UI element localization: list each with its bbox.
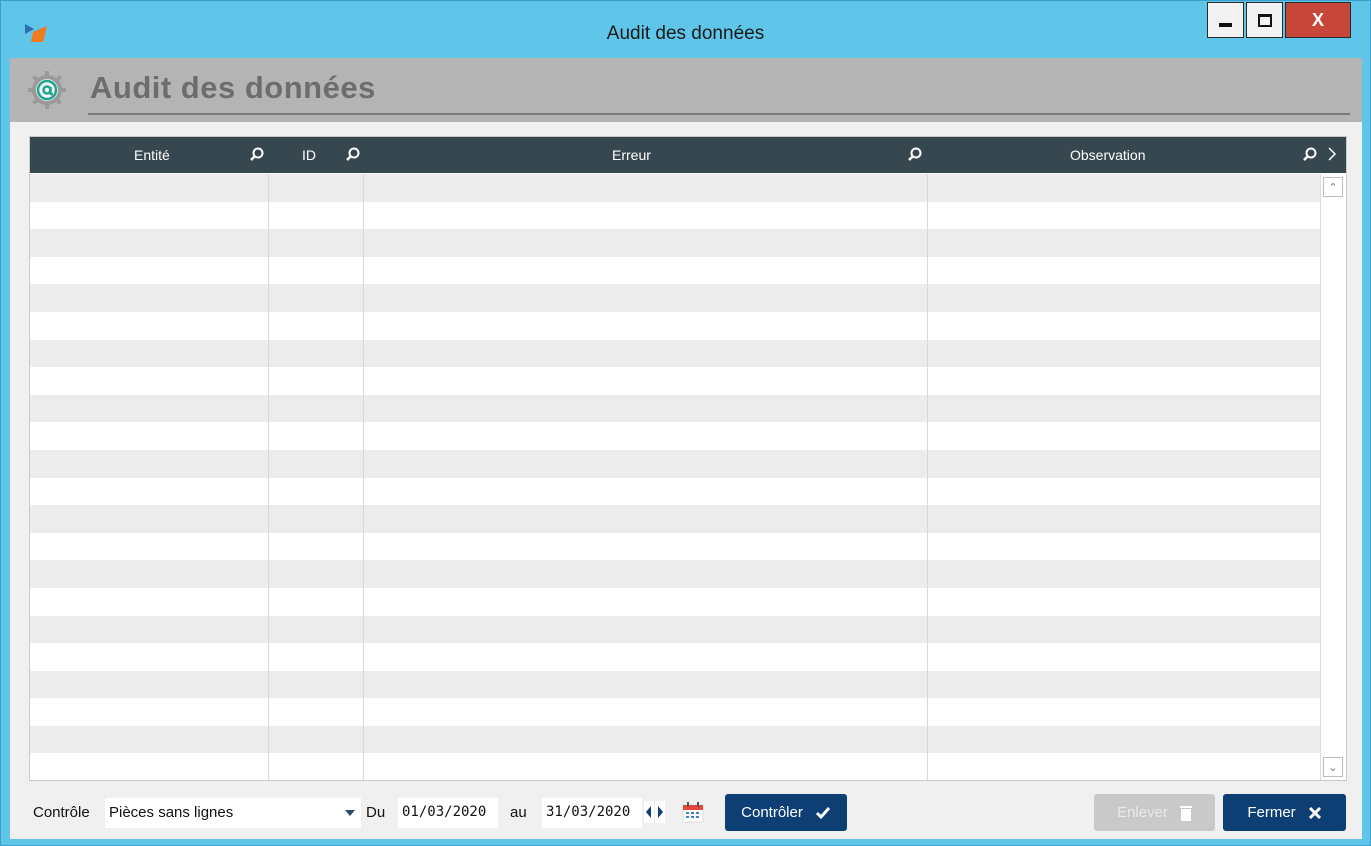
date-to-input[interactable]: 31/03/2020 [542,798,642,828]
date-spinner [644,801,665,823]
dropdown-arrow-icon[interactable] [345,810,355,816]
controle-select[interactable]: Pièces sans lignes [105,798,361,828]
controler-button-label: Contrôler [741,804,803,821]
table-row[interactable] [30,394,1320,423]
table-row[interactable] [30,753,1320,780]
title-underline [88,113,1350,115]
controler-button[interactable]: Contrôler [725,794,847,831]
table-row[interactable] [30,532,1320,561]
enlever-button[interactable]: Enlever [1094,794,1215,831]
next-date-button[interactable] [655,801,665,823]
title-bar[interactable]: Audit des données X [1,1,1370,57]
column-divider [268,174,269,780]
trash-icon [1179,805,1192,821]
window-title: Audit des données [606,23,765,44]
table-row[interactable] [30,477,1320,506]
table-row[interactable] [30,725,1320,754]
table-row[interactable] [30,505,1320,533]
table-row[interactable] [30,643,1320,671]
chevron-right-icon[interactable] [1324,146,1340,162]
search-icon[interactable] [345,146,361,162]
maximize-icon [1257,13,1272,27]
checkmark-icon [815,806,830,819]
controle-select-value: Pièces sans lignes [109,804,234,821]
table-row[interactable] [30,339,1320,368]
close-icon: X [1311,9,1324,30]
vertical-scrollbar[interactable]: ⌃ ⌄ [1320,174,1346,780]
footer-toolbar: Contrôle Pièces sans lignes Du 01/03/202… [10,790,1362,834]
du-label: Du [366,804,386,821]
search-icon[interactable] [249,146,265,162]
previous-date-button[interactable] [644,801,654,823]
column-header-id[interactable]: ID [302,147,316,163]
chevron-up-icon: ⌃ [1328,181,1338,194]
app-window: Audit des données X Audit des données En… [0,0,1371,846]
chevron-down-icon: ⌄ [1328,761,1338,774]
arrow-right-icon [658,806,663,818]
maximize-button[interactable] [1246,2,1283,38]
controle-label: Contrôle [33,804,90,821]
client-area: Audit des données Entité ID Erreur Obser… [10,58,1362,839]
column-header-entite[interactable]: Entité [134,147,170,163]
table-row[interactable] [30,201,1320,230]
au-label: au [510,804,527,821]
column-divider [363,174,364,780]
close-window-button[interactable]: X [1285,2,1351,38]
table-row[interactable] [30,449,1320,478]
fermer-button-label: Fermer [1247,804,1296,821]
column-divider [927,174,928,780]
table-row[interactable] [30,256,1320,285]
minimize-button[interactable] [1207,2,1244,38]
table-row[interactable] [30,698,1320,726]
date-from-input[interactable]: 01/03/2020 [398,798,498,828]
gear-at-icon [28,71,66,109]
column-header-observation[interactable]: Observation [1070,147,1145,163]
table-body[interactable] [30,174,1320,780]
table-row[interactable] [30,367,1320,395]
scroll-down-button[interactable]: ⌄ [1323,757,1343,777]
table-row[interactable] [30,422,1320,450]
audit-table: Entité ID Erreur Observation ⌃ ⌄ [29,136,1347,781]
table-row[interactable] [30,560,1320,588]
calendar-icon[interactable] [681,801,705,823]
table-row[interactable] [30,615,1320,644]
enlever-button-label: Enlever [1117,804,1168,821]
table-row[interactable] [30,311,1320,340]
table-row[interactable] [30,670,1320,699]
page-title: Audit des données [90,70,376,105]
arrow-left-icon [646,806,651,818]
table-row[interactable] [30,229,1320,257]
table-row[interactable] [30,587,1320,616]
table-header: Entité ID Erreur Observation [30,137,1346,173]
page-header: Audit des données [10,58,1362,122]
column-header-erreur[interactable]: Erreur [612,147,651,163]
minimize-icon [1219,23,1232,27]
table-row[interactable] [30,284,1320,312]
table-row[interactable] [30,174,1320,202]
scroll-up-button[interactable]: ⌃ [1323,177,1343,197]
close-x-icon [1308,806,1321,819]
search-icon[interactable] [907,146,923,162]
search-icon[interactable] [1302,146,1318,162]
fermer-button[interactable]: Fermer [1223,794,1346,831]
